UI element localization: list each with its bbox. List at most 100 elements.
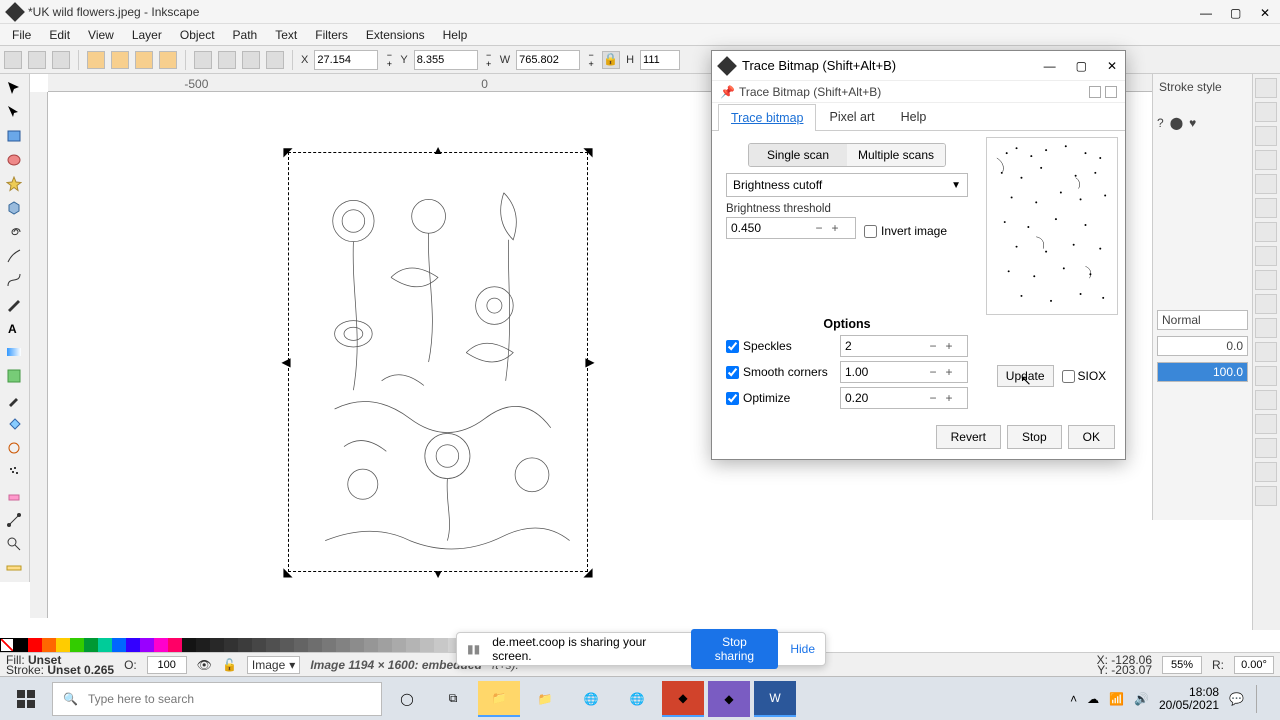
resize-handle-ml[interactable]: ◀ — [281, 357, 291, 367]
swatch[interactable] — [70, 638, 84, 652]
shield-icon[interactable]: ⬤ — [1170, 116, 1183, 130]
mesh-tool[interactable] — [2, 366, 26, 386]
node-tool[interactable] — [2, 102, 26, 122]
snap-smooth-icon[interactable] — [1255, 462, 1277, 482]
star-tool[interactable] — [2, 174, 26, 194]
swatch[interactable] — [434, 638, 448, 652]
snap-intersect-icon[interactable] — [1255, 270, 1277, 290]
tab-pixel-art[interactable]: Pixel art — [816, 103, 887, 130]
resize-handle-br[interactable]: ◢ — [583, 567, 593, 577]
siox-checkbox[interactable]: SIOX — [1062, 369, 1107, 383]
taskbar-app-edge[interactable]: 🌐 — [616, 681, 658, 717]
gradient-tool[interactable] — [2, 342, 26, 362]
zoom-tool[interactable] — [2, 534, 26, 554]
taskbar-app-folder1[interactable]: 📁 — [478, 681, 520, 717]
snap-nodes-icon[interactable] — [1255, 126, 1277, 146]
optimize-input[interactable] — [841, 391, 925, 405]
raise-top-icon[interactable] — [194, 51, 212, 69]
ellipse-tool[interactable] — [2, 150, 26, 170]
snap-bbox-icon[interactable] — [1255, 102, 1277, 122]
calligraphy-tool[interactable] — [2, 294, 26, 314]
window-minimize-button[interactable]: — — [1200, 6, 1212, 18]
tray-chevron-icon[interactable]: ˄ — [1070, 692, 1077, 706]
hide-banner-button[interactable]: Hide — [790, 642, 815, 656]
swatch[interactable] — [238, 638, 252, 652]
resize-handle-mr[interactable]: ▶ — [585, 357, 595, 367]
taskbar-clock[interactable]: 18:08 20/05/2021 — [1159, 686, 1219, 712]
coord-x-input[interactable] — [314, 50, 378, 70]
menu-layer[interactable]: Layer — [124, 26, 170, 44]
snap-toggle-icon[interactable] — [1255, 78, 1277, 98]
stop-sharing-button[interactable]: Stop sharing — [691, 629, 779, 669]
connector-tool[interactable] — [2, 510, 26, 530]
eraser-tool[interactable] — [2, 486, 26, 506]
blur-value[interactable]: 0.0 — [1157, 336, 1248, 356]
pin-icon[interactable]: 📌 — [720, 85, 735, 99]
onedrive-icon[interactable]: ☁ — [1087, 692, 1099, 706]
ok-button[interactable]: OK — [1068, 425, 1115, 449]
swatch[interactable] — [252, 638, 266, 652]
dialog-titlebar[interactable]: Trace Bitmap (Shift+Alt+B) — ▢ ✕ — [712, 51, 1125, 81]
opacity-value[interactable]: 100.0 — [1157, 362, 1248, 382]
paint-bucket-tool[interactable] — [2, 414, 26, 434]
multiple-scans-button[interactable]: Multiple scans — [847, 144, 945, 166]
swatch[interactable] — [42, 638, 56, 652]
stop-button[interactable]: Stop — [1007, 425, 1062, 449]
menu-path[interactable]: Path — [225, 26, 266, 44]
swatch[interactable] — [182, 638, 196, 652]
snap-center-icon[interactable] — [1255, 294, 1277, 314]
resize-handle-tm[interactable]: ▲ — [433, 145, 443, 155]
help-icon[interactable]: ? — [1157, 116, 1164, 130]
snap-midpoint-icon[interactable] — [1255, 366, 1277, 386]
resize-handle-bl[interactable]: ◣ — [283, 567, 293, 577]
swatch[interactable] — [350, 638, 364, 652]
rotation-input[interactable] — [1234, 656, 1274, 674]
update-button[interactable]: Update — [997, 365, 1054, 387]
threshold-plus[interactable]: + — [827, 221, 843, 235]
snap-text-icon[interactable] — [1255, 342, 1277, 362]
snap-guide-icon[interactable] — [1255, 222, 1277, 242]
swatch[interactable] — [308, 638, 322, 652]
coord-h-input[interactable] — [640, 50, 680, 70]
heart-icon[interactable]: ♥ — [1189, 116, 1196, 130]
show-desktop-button[interactable] — [1256, 685, 1276, 713]
select-layer-icon[interactable] — [28, 51, 46, 69]
swatch[interactable] — [420, 638, 434, 652]
menu-text[interactable]: Text — [267, 26, 305, 44]
layer-dropdown[interactable]: Image▾ — [247, 656, 300, 674]
swatch[interactable] — [210, 638, 224, 652]
pause-icon[interactable]: ▮▮ — [467, 642, 480, 656]
y-stepper[interactable]: −+ — [484, 51, 494, 69]
swatch[interactable] — [266, 638, 280, 652]
threshold-input[interactable] — [727, 221, 811, 235]
dock-icon[interactable] — [1089, 86, 1101, 98]
menu-filters[interactable]: Filters — [307, 26, 356, 44]
task-view-icon[interactable]: ⧉ — [432, 681, 474, 717]
rect-tool[interactable] — [2, 126, 26, 146]
swatch[interactable] — [14, 638, 28, 652]
swatch-none[interactable] — [0, 638, 14, 652]
swatch[interactable] — [336, 638, 350, 652]
menu-view[interactable]: View — [80, 26, 122, 44]
blend-mode-dropdown[interactable]: Normal — [1157, 310, 1248, 330]
revert-button[interactable]: Revert — [936, 425, 1001, 449]
dialog-minimize-button[interactable]: — — [1044, 59, 1056, 73]
zoom-input[interactable] — [1162, 656, 1202, 674]
select-all-icon[interactable] — [4, 51, 22, 69]
menu-object[interactable]: Object — [172, 26, 223, 44]
taskbar-app-other[interactable]: ◆ — [708, 681, 750, 717]
start-button[interactable] — [4, 681, 48, 717]
snap-line-icon[interactable] — [1255, 486, 1277, 506]
x-stepper[interactable]: −+ — [384, 51, 394, 69]
smooth-input[interactable] — [841, 365, 925, 379]
swatch[interactable] — [28, 638, 42, 652]
rotate-cw-icon[interactable] — [111, 51, 129, 69]
tweak-tool[interactable] — [2, 438, 26, 458]
coord-w-input[interactable] — [516, 50, 580, 70]
flip-v-icon[interactable] — [159, 51, 177, 69]
opacity-input[interactable] — [147, 656, 187, 674]
menu-edit[interactable]: Edit — [41, 26, 78, 44]
invert-image-checkbox[interactable]: Invert image — [864, 224, 947, 238]
stroke-style-tab[interactable]: Stroke style — [1157, 78, 1248, 96]
selector-tool[interactable] — [2, 78, 26, 98]
